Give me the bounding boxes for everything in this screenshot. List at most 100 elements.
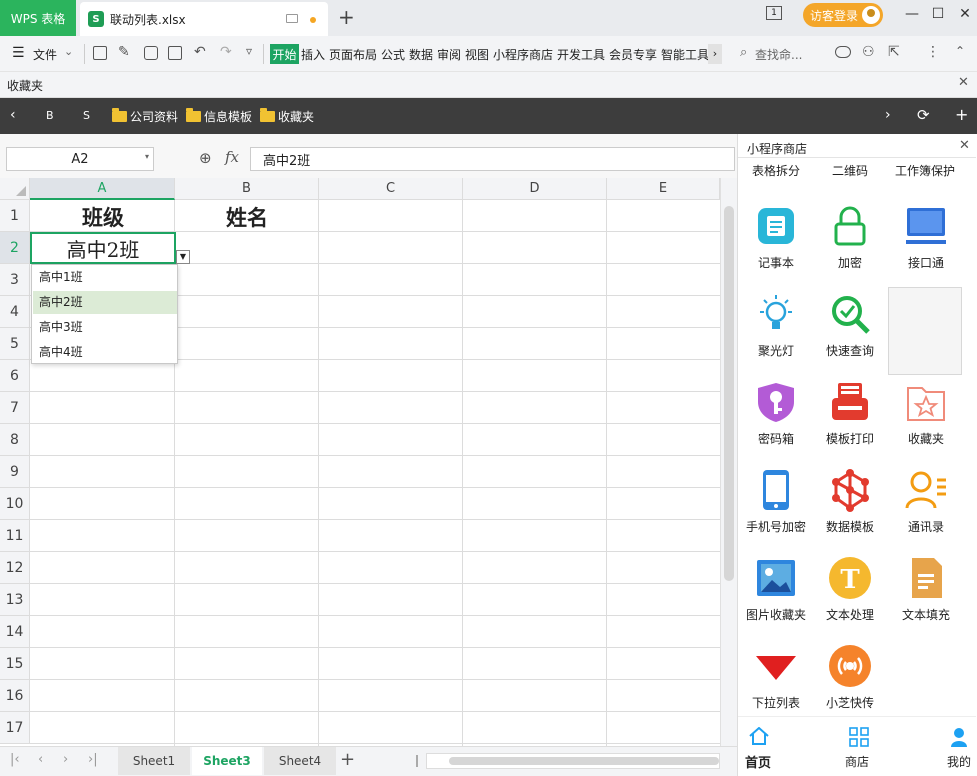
row-header[interactable]: 10: [0, 488, 30, 520]
cell-b1[interactable]: 姓名: [175, 201, 319, 232]
dropdown-option[interactable]: 高中1班: [33, 266, 177, 289]
app-tile[interactable]: 下拉列表: [738, 644, 814, 711]
name-box[interactable]: A2: [6, 147, 154, 171]
sheet-tab-1[interactable]: Sheet1: [118, 747, 190, 775]
favorite-folder-templates[interactable]: 信息模板: [186, 108, 252, 125]
refresh-icon[interactable]: ⟳: [917, 106, 930, 124]
print-icon[interactable]: [144, 46, 158, 60]
app-tile[interactable]: 聚光灯: [738, 292, 814, 359]
command-search[interactable]: 查找命...: [755, 46, 802, 63]
close-icon[interactable]: ✕: [958, 75, 969, 90]
row-header[interactable]: 5: [0, 328, 30, 360]
cell-a2-selected[interactable]: 高中2班: [30, 232, 176, 264]
app-tile[interactable]: T 文本处理: [812, 556, 888, 623]
app-tile[interactable]: 模板打印: [812, 380, 888, 447]
formula-input[interactable]: 高中2班: [250, 147, 735, 171]
nav-store[interactable]: 商店: [845, 753, 869, 770]
new-tab-button[interactable]: +: [338, 7, 355, 27]
function-icon[interactable]: fx: [225, 148, 239, 166]
row-header[interactable]: 2: [0, 232, 30, 264]
dropdown-option[interactable]: 高中4班: [33, 341, 177, 364]
save-icon[interactable]: [93, 46, 107, 60]
app-tile[interactable]: 接口通: [888, 204, 964, 271]
nav-mine[interactable]: 我的: [947, 753, 971, 770]
tab-formulas[interactable]: 公式: [381, 46, 405, 63]
sheet-tab-4[interactable]: Sheet4: [264, 747, 336, 775]
app-tile[interactable]: 手机号加密: [738, 468, 814, 535]
hamburger-menu-icon[interactable]: ☰: [12, 46, 25, 60]
next-sheet-icon[interactable]: ›: [63, 752, 68, 767]
app-partial[interactable]: 工作簿保护: [888, 162, 962, 179]
tab-member[interactable]: 会员专享: [609, 46, 657, 63]
favorite-folder-company[interactable]: 公司资料: [112, 108, 178, 125]
close-icon[interactable]: ✕: [959, 138, 970, 153]
column-header-d[interactable]: D: [463, 178, 607, 200]
tab-start[interactable]: 开始: [270, 44, 299, 64]
nav-home[interactable]: 首页: [745, 752, 771, 771]
quick-access-dropdown-icon[interactable]: ▿: [246, 44, 252, 58]
close-window-icon[interactable]: ✕: [953, 4, 977, 24]
row-header[interactable]: 17: [0, 712, 30, 744]
column-header-e[interactable]: E: [607, 178, 720, 200]
add-sheet-icon[interactable]: +: [340, 749, 355, 770]
row-header[interactable]: 16: [0, 680, 30, 712]
tab-data[interactable]: 数据: [409, 46, 433, 63]
app-tile[interactable]: 快速查询: [812, 292, 888, 359]
page-indicator[interactable]: 1: [766, 6, 782, 20]
app-tile[interactable]: 数据模板: [812, 468, 888, 535]
share-icon[interactable]: ⇱: [888, 44, 900, 60]
share-user-icon[interactable]: ⚇: [862, 44, 875, 60]
add-icon[interactable]: +: [955, 105, 968, 124]
store-grid-icon[interactable]: [849, 727, 869, 747]
dropdown-option[interactable]: 高中3班: [33, 316, 177, 339]
home-icon[interactable]: [748, 726, 770, 745]
chevron-up-icon[interactable]: ⌃: [955, 44, 965, 58]
column-header-a[interactable]: A: [30, 178, 175, 200]
app-partial[interactable]: 表格拆分: [738, 162, 814, 179]
cell-a1[interactable]: 班级: [31, 201, 175, 232]
chevron-right-icon[interactable]: ›: [708, 44, 722, 64]
row-header[interactable]: 14: [0, 616, 30, 648]
chevron-left-icon[interactable]: ‹: [10, 107, 16, 123]
monitor-icon[interactable]: [286, 14, 298, 23]
row-header[interactable]: 15: [0, 648, 30, 680]
cloud-icon[interactable]: [835, 46, 851, 58]
app-tile[interactable]: 收藏夹: [888, 380, 964, 447]
app-tile[interactable]: 加密: [812, 204, 888, 271]
chevron-down-icon[interactable]: ▾: [145, 152, 149, 161]
row-header[interactable]: 11: [0, 520, 30, 552]
app-tile[interactable]: 密码箱: [738, 380, 814, 447]
user-icon[interactable]: [950, 727, 968, 747]
redo-icon[interactable]: ↷: [220, 44, 232, 60]
undo-icon[interactable]: ↶: [194, 44, 206, 60]
row-header[interactable]: 8: [0, 424, 30, 456]
tab-page-layout[interactable]: 页面布局: [329, 46, 377, 63]
more-icon[interactable]: ⋮: [926, 44, 940, 60]
format-painter-icon[interactable]: ✎: [118, 44, 130, 60]
zoom-icon[interactable]: ⊕: [199, 149, 212, 167]
row-header[interactable]: 6: [0, 360, 30, 392]
row-header[interactable]: 7: [0, 392, 30, 424]
print-preview-icon[interactable]: [168, 46, 182, 60]
favorite-item-s[interactable]: S: [83, 109, 90, 122]
app-tile[interactable]: 记事本: [738, 204, 814, 271]
app-tile[interactable]: 图片收藏夹: [738, 556, 814, 623]
app-tab[interactable]: WPS 表格: [0, 0, 76, 36]
column-header-b[interactable]: B: [175, 178, 319, 200]
row-header[interactable]: 4: [0, 296, 30, 328]
vertical-scrollbar[interactable]: [720, 178, 737, 746]
visitor-login-button[interactable]: 访客登录: [803, 3, 883, 27]
row-header[interactable]: 9: [0, 456, 30, 488]
maximize-icon[interactable]: ☐: [926, 4, 950, 24]
chevron-right-icon[interactable]: ›: [885, 107, 891, 123]
select-all-corner[interactable]: [0, 178, 30, 200]
row-header[interactable]: 3: [0, 264, 30, 296]
row-header[interactable]: 1: [0, 200, 30, 232]
dropdown-arrow-icon[interactable]: ▼: [176, 250, 190, 264]
chevron-down-icon[interactable]: ⌄: [64, 45, 73, 58]
favorite-folder-favorites[interactable]: 收藏夹: [260, 108, 314, 125]
tab-developer[interactable]: 开发工具: [557, 46, 605, 63]
app-tile[interactable]: 文本填充: [888, 556, 964, 623]
tab-view[interactable]: 视图: [465, 46, 489, 63]
prev-sheet-icon[interactable]: ‹: [38, 752, 43, 767]
